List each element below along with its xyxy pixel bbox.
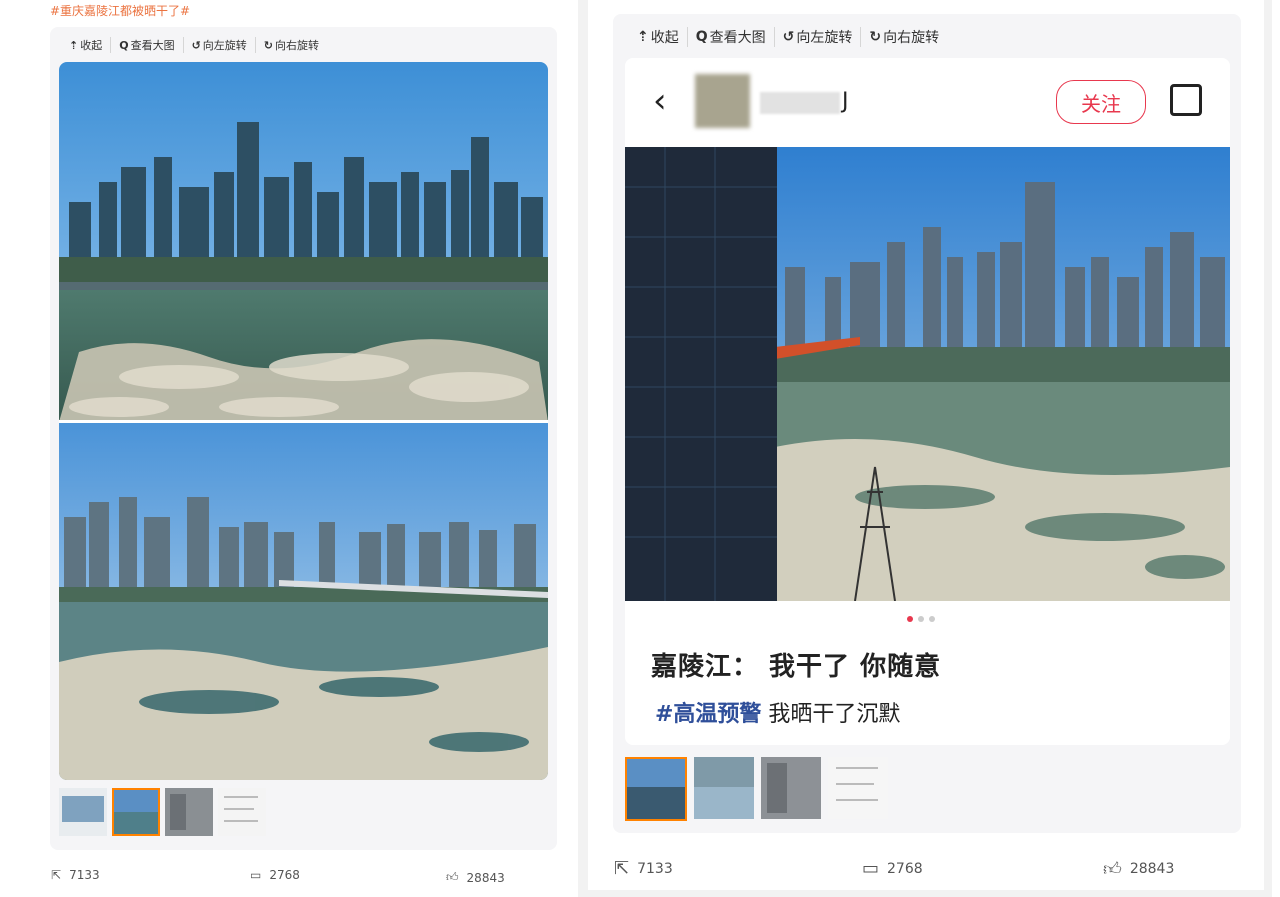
- follow-button[interactable]: 关注: [1056, 80, 1146, 124]
- collapse-button[interactable]: ⇡ 收起: [637, 27, 688, 47]
- upload-arrow-icon: ⇡: [69, 38, 79, 52]
- magnifier-icon: Q: [695, 29, 708, 45]
- comment-button[interactable]: ▭ 2768: [250, 868, 300, 882]
- post-caption-subtitle: #高温预警 我晒干了沉默: [655, 696, 900, 728]
- collapse-button[interactable]: ⇡ 收起: [69, 37, 112, 53]
- image-viewer: ⇡ 收起 Q 查看大图 ↺ 向左旋转 ↻ 向右旋转 ‹ J 关注 嘉陵江： 我干…: [613, 14, 1241, 833]
- share-box-icon: ⇱: [51, 868, 62, 882]
- comment-bubble-icon: ▭: [250, 868, 262, 882]
- view-large-button[interactable]: Q 查看大图: [688, 27, 775, 47]
- upload-arrow-icon: ⇡: [637, 29, 649, 45]
- thumbnail-3[interactable]: [761, 757, 821, 819]
- thumbnail-2-selected[interactable]: [112, 788, 160, 836]
- like-button[interactable]: 👍︎ 28843: [1103, 858, 1174, 880]
- hashtag-link[interactable]: #高温预警: [655, 702, 761, 727]
- viewer-toolbar: ⇡ 收起 Q 查看大图 ↺ 向左旋转 ↻ 向右旋转: [69, 37, 327, 53]
- comment-bubble-icon: ▭: [862, 858, 880, 879]
- carousel-dot: [929, 616, 935, 622]
- post-caption-title: 嘉陵江： 我干了 你随意: [651, 652, 942, 682]
- left-post-panel: #重庆嘉陵江都被晒干了# ⇡ 收起 Q 查看大图 ↺ 向左旋转 ↻ 向右旋转 ⇱…: [0, 0, 578, 897]
- topic-hashtag-link[interactable]: #重庆嘉陵江都被晒干了#: [50, 2, 190, 19]
- username-mosaic: [760, 92, 840, 114]
- rotate-right-button[interactable]: ↻ 向右旋转: [256, 37, 327, 53]
- viewer-toolbar: ⇡ 收起 Q 查看大图 ↺ 向左旋转 ↻ 向右旋转: [637, 27, 947, 47]
- right-post-panel: ⇡ 收起 Q 查看大图 ↺ 向左旋转 ↻ 向右旋转 ‹ J 关注 嘉陵江： 我干…: [588, 0, 1264, 890]
- xiaohongshu-screenshot-card[interactable]: ‹ J 关注 嘉陵江： 我干了 你随意 #高温预警 我晒干了沉默: [625, 58, 1230, 745]
- back-chevron-icon: ‹: [653, 81, 667, 121]
- username-suffix: J: [842, 89, 849, 114]
- thumbnail-4[interactable]: [828, 757, 888, 819]
- thumbnail-2[interactable]: [694, 757, 754, 819]
- rotate-left-button[interactable]: ↺ 向左旋转: [775, 27, 862, 47]
- rotate-right-icon: ↻: [869, 29, 882, 45]
- river-photo-image: [59, 62, 548, 780]
- rotate-right-button[interactable]: ↻ 向右旋转: [861, 27, 947, 47]
- rotate-left-button[interactable]: ↺ 向左旋转: [184, 37, 256, 53]
- caption-rest: 我晒干了沉默: [761, 702, 901, 727]
- thumbnail-3[interactable]: [165, 788, 213, 836]
- thumbnail-1-selected[interactable]: [625, 757, 687, 821]
- carousel-dot: [918, 616, 924, 622]
- thumbs-up-icon: 👍︎: [446, 870, 459, 884]
- comment-button[interactable]: ▭ 2768: [862, 858, 923, 879]
- repost-button[interactable]: ⇱ 7133: [51, 868, 100, 882]
- magnifier-icon: Q: [119, 38, 129, 52]
- river-photo-large[interactable]: [59, 62, 548, 780]
- share-icon[interactable]: [1170, 84, 1202, 116]
- like-button[interactable]: 👍︎ 28843: [446, 870, 505, 885]
- thumbnail-strip: [59, 788, 266, 836]
- image-viewer: ⇡ 收起 Q 查看大图 ↺ 向左旋转 ↻ 向右旋转: [50, 27, 557, 850]
- share-box-icon: ⇱: [614, 858, 630, 879]
- rotate-left-icon: ↺: [782, 29, 795, 45]
- rotate-right-icon: ↻: [263, 38, 274, 52]
- thumbnail-4[interactable]: [218, 788, 266, 836]
- thumbnail-strip: [625, 757, 888, 821]
- thumbs-up-icon: 👍︎: [1103, 859, 1122, 880]
- repost-button[interactable]: ⇱ 7133: [614, 858, 673, 879]
- carousel-dots: [907, 616, 935, 622]
- avatar: [695, 74, 750, 128]
- rotate-left-icon: ↺: [191, 38, 201, 52]
- thumbnail-1[interactable]: [59, 788, 107, 836]
- view-large-button[interactable]: Q 查看大图: [111, 37, 184, 53]
- river-photo[interactable]: [625, 147, 1230, 601]
- river-photo-image: [625, 147, 1230, 601]
- adjacent-panel-edge: [1272, 0, 1280, 897]
- carousel-dot-active: [907, 616, 913, 622]
